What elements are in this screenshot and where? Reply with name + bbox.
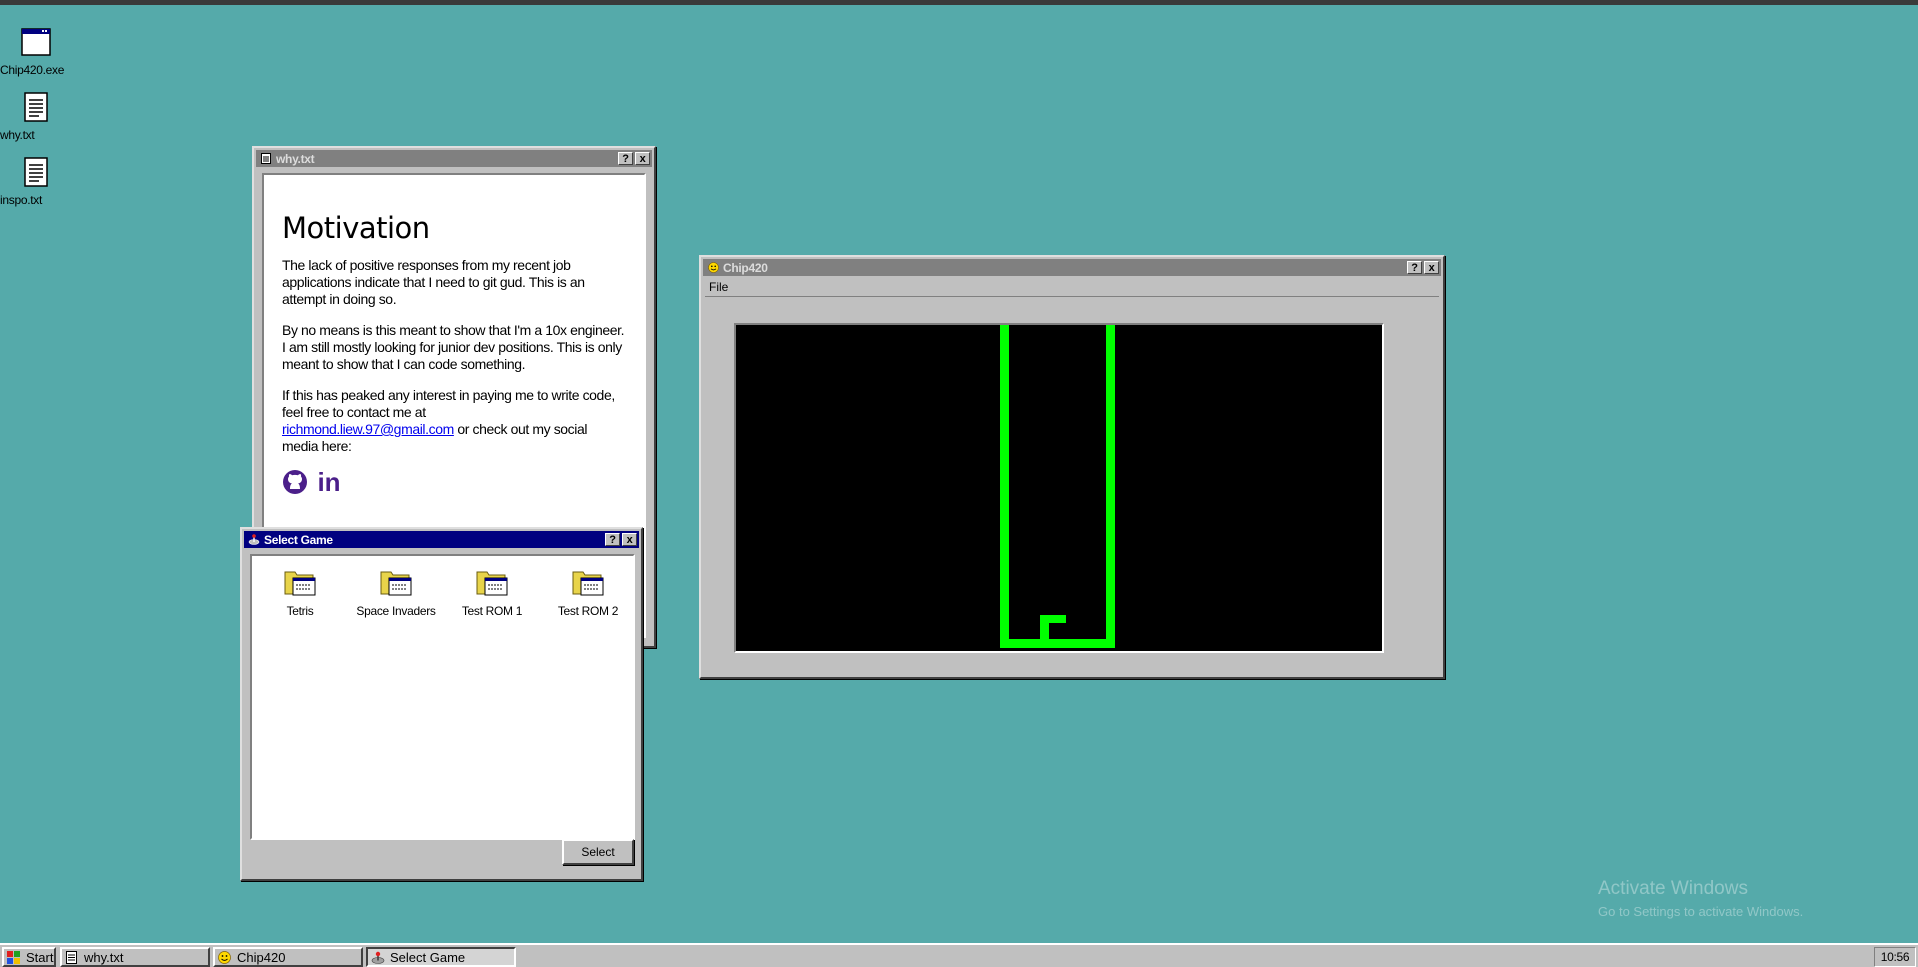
text-file-icon	[260, 153, 272, 165]
right-wall	[1106, 325, 1115, 648]
game-item-test-rom-1[interactable]: Test ROM 1	[444, 566, 540, 618]
watermark-subtitle: Go to Settings to activate Windows.	[1598, 904, 1804, 919]
help-button[interactable]: ?	[618, 152, 633, 165]
piece-top	[1040, 615, 1066, 623]
window-title: Select Game	[264, 532, 333, 547]
start-button[interactable]: Start	[2, 947, 56, 967]
taskbar-clock: 10:56	[1874, 947, 1916, 967]
chip420-titlebar[interactable]: Chip420 ? x	[703, 259, 1441, 276]
activate-windows-watermark: Activate Windows Go to Settings to activ…	[1598, 878, 1803, 919]
desktop-icon-label: inspo.txt	[0, 193, 42, 207]
why-txt-titlebar[interactable]: why.txt ? x	[256, 150, 652, 167]
github-icon[interactable]	[282, 469, 308, 495]
game-list: Tetris Space Invaders Test ROM 1 Test RO…	[250, 554, 635, 840]
taskbar-item-select-game[interactable]: Select Game	[366, 947, 516, 967]
joystick-icon	[370, 950, 385, 964]
text-file-icon	[24, 157, 48, 187]
taskbar-item-label: Chip420	[237, 949, 286, 965]
help-button[interactable]: ?	[605, 533, 620, 546]
paragraph-3-intro: If this has peaked any interest in payin…	[282, 387, 615, 420]
email-link[interactable]: richmond.liew.97@gmail.com	[282, 421, 454, 437]
desktop-icon-chip420[interactable]: Chip420.exe	[0, 26, 70, 77]
emulator-display	[1000, 325, 1115, 648]
taskbar-item-why-txt[interactable]: why.txt	[60, 947, 210, 967]
left-wall	[1000, 325, 1009, 648]
smiley-icon	[707, 262, 719, 274]
game-label: Test ROM 2	[557, 604, 619, 618]
folder-program-icon	[572, 571, 604, 596]
chip420-window: Chip420 ? x File	[699, 255, 1445, 679]
smiley-icon	[217, 950, 232, 964]
close-button[interactable]: x	[635, 152, 650, 165]
taskbar-item-chip420[interactable]: Chip420	[213, 947, 363, 967]
game-label: Tetris	[286, 604, 314, 618]
start-label: Start	[26, 949, 54, 965]
text-file-icon	[24, 92, 48, 122]
paragraph-3: If this has peaked any interest in payin…	[282, 387, 626, 455]
window-app-icon	[21, 28, 51, 56]
social-links: in	[282, 467, 626, 497]
menu-bar: File	[705, 278, 1439, 297]
game-label: Test ROM 1	[461, 604, 523, 618]
linkedin-icon[interactable]: in	[316, 467, 342, 497]
paragraph-2: By no means is this meant to show that I…	[282, 322, 625, 372]
desktop-icon-label: why.txt	[0, 128, 35, 142]
game-item-tetris[interactable]: Tetris	[252, 566, 348, 618]
desktop-icon-inspo-txt[interactable]: inspo.txt	[0, 156, 70, 207]
window-title: why.txt	[276, 151, 315, 166]
floor	[1000, 639, 1115, 648]
folder-program-icon	[284, 571, 316, 596]
close-button[interactable]: x	[1424, 261, 1439, 274]
windows-logo-icon	[6, 950, 21, 964]
help-button[interactable]: ?	[1407, 261, 1422, 274]
paragraph-1: The lack of positive responses from my r…	[282, 257, 585, 307]
screen-top-bar	[0, 0, 1918, 5]
select-game-titlebar[interactable]: Select Game ? x	[244, 531, 639, 548]
taskbar: Start why.txt Chip420 Select Game 10:56	[0, 943, 1918, 967]
document-heading: Motivation	[282, 211, 430, 245]
folder-program-icon	[476, 571, 508, 596]
taskbar-item-label: Select Game	[390, 949, 466, 965]
window-title: Chip420	[723, 260, 768, 275]
desktop-icon-why-txt[interactable]: why.txt	[0, 91, 70, 142]
game-item-test-rom-2[interactable]: Test ROM 2	[540, 566, 636, 618]
game-pixels	[1000, 325, 1115, 648]
game-label: Space Invaders	[356, 604, 436, 618]
watermark-title: Activate Windows	[1598, 878, 1748, 899]
taskbar-item-label: why.txt	[84, 949, 124, 965]
game-item-space-invaders[interactable]: Space Invaders	[348, 566, 444, 618]
folder-program-icon	[380, 571, 412, 596]
menu-file[interactable]: File	[705, 280, 732, 294]
text-file-icon	[64, 950, 79, 964]
joystick-icon	[248, 534, 260, 546]
select-game-window: Select Game ? x Tetris Space Invaders Te…	[240, 527, 643, 881]
close-button[interactable]: x	[622, 533, 637, 546]
emulator-screen[interactable]	[734, 323, 1384, 653]
desktop-icon-label: Chip420.exe	[0, 63, 65, 77]
select-button[interactable]: Select	[562, 839, 634, 865]
